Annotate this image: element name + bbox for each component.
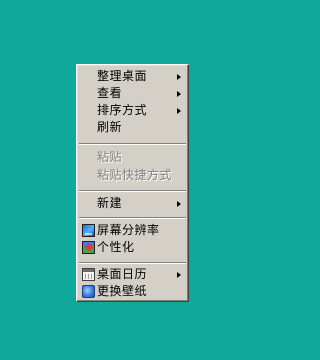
submenu-arrow-icon bbox=[177, 201, 181, 207]
menu-item-label: 粘贴快捷方式 bbox=[97, 168, 173, 182]
menu-item-paste[interactable]: 粘贴 bbox=[79, 149, 186, 166]
menu-item-label: 屏幕分辨率 bbox=[97, 223, 160, 237]
personalize-icon bbox=[82, 241, 95, 254]
menu-item-screen-resolution[interactable]: 屏幕分辨率 bbox=[79, 222, 186, 239]
menu-item-label: 刷新 bbox=[97, 120, 123, 134]
menu-separator bbox=[79, 217, 186, 219]
menu-item-sort-by[interactable]: 排序方式 bbox=[79, 102, 186, 119]
submenu-arrow-icon bbox=[177, 108, 181, 114]
menu-item-label: 新建 bbox=[97, 196, 123, 210]
submenu-arrow-icon bbox=[177, 74, 181, 80]
desktop-context-menu: 整理桌面 查看 排序方式 刷新 粘贴 粘贴快捷方式 新建 屏幕分辨率 个性化 桌… bbox=[76, 64, 189, 302]
menu-item-label: 整理桌面 bbox=[97, 69, 148, 83]
menu-item-label: 桌面日历 bbox=[97, 267, 148, 281]
submenu-arrow-icon bbox=[177, 272, 181, 278]
menu-item-organize-desktop[interactable]: 整理桌面 bbox=[79, 68, 186, 85]
menu-item-label: 查看 bbox=[97, 86, 123, 100]
submenu-arrow-icon bbox=[177, 91, 181, 97]
menu-item-refresh[interactable]: 刷新 bbox=[79, 119, 186, 136]
wallpaper-icon bbox=[82, 285, 95, 298]
menu-item-desktop-calendar[interactable]: 桌面日历 bbox=[79, 266, 186, 283]
menu-separator bbox=[79, 262, 186, 264]
menu-item-change-wallpaper[interactable]: 更换壁纸 bbox=[79, 283, 186, 300]
menu-item-new[interactable]: 新建 bbox=[79, 195, 186, 212]
menu-item-paste-shortcut[interactable]: 粘贴快捷方式 bbox=[79, 167, 186, 184]
menu-item-view[interactable]: 查看 bbox=[79, 85, 186, 102]
display-icon bbox=[82, 224, 95, 237]
menu-item-label: 粘贴 bbox=[97, 150, 123, 164]
menu-separator bbox=[79, 143, 186, 145]
menu-item-personalize[interactable]: 个性化 bbox=[79, 239, 186, 256]
menu-item-label: 个性化 bbox=[97, 240, 135, 254]
menu-item-label: 更换壁纸 bbox=[97, 284, 148, 298]
calendar-icon bbox=[82, 268, 95, 281]
menu-separator bbox=[79, 190, 186, 192]
menu-item-label: 排序方式 bbox=[97, 103, 148, 117]
